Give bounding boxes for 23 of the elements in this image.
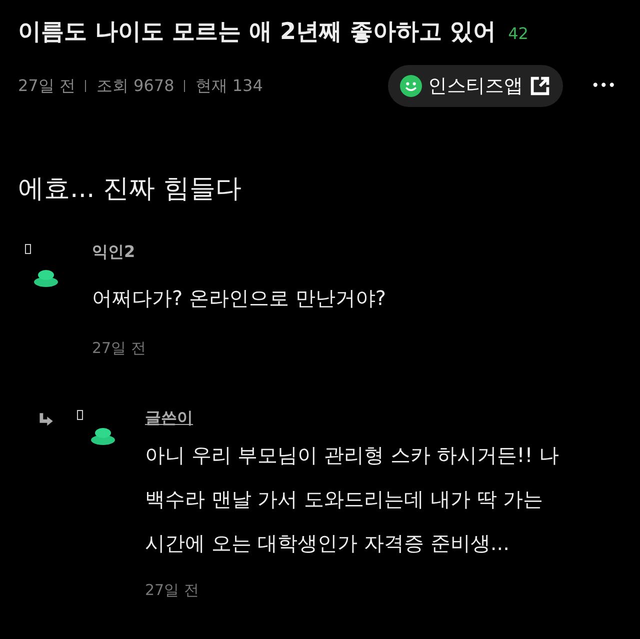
comment-text: 어쩌다가? 온라인으로 만난거야? — [92, 285, 386, 312]
comment-time: 27일 전 — [92, 339, 147, 358]
post-body: 에효... 진짜 힘들다 — [17, 173, 242, 206]
post-meta: 조회 9678 — [96, 76, 174, 96]
comment-text: 시간에 오는 대학생인가 자격증 준비생... — [145, 530, 511, 557]
post-meta: 현재 134 — [195, 76, 263, 96]
avatar-icon — [90, 426, 116, 446]
comment-author[interactable]: 익인2 — [92, 242, 386, 263]
smiley-icon — [400, 75, 422, 97]
post-meta: 27일 전 — [18, 76, 76, 96]
external-link-icon — [529, 75, 552, 97]
comment-text: 백수라 맨날 가서 도와드리는데 내가 딱 가는 — [145, 486, 544, 513]
post-title: 이름도 나이도 모르는 애 2년째 좋아하고 있어 — [18, 18, 496, 47]
comment-author[interactable]: 글쓴이 — [145, 408, 560, 429]
badge-icon — [77, 410, 83, 420]
comment-text: 아니 우리 부모님이 관리형 스카 하시거든!! 나 — [145, 442, 560, 469]
more-button[interactable]: ••• — [585, 77, 622, 95]
comment-count: 42 — [508, 24, 528, 43]
reply-arrow-icon — [38, 412, 54, 428]
badge-icon — [25, 244, 31, 254]
app-button[interactable]: 인스티즈앱 — [388, 65, 564, 107]
avatar-icon — [33, 268, 59, 288]
comment-time: 27일 전 — [145, 581, 200, 600]
